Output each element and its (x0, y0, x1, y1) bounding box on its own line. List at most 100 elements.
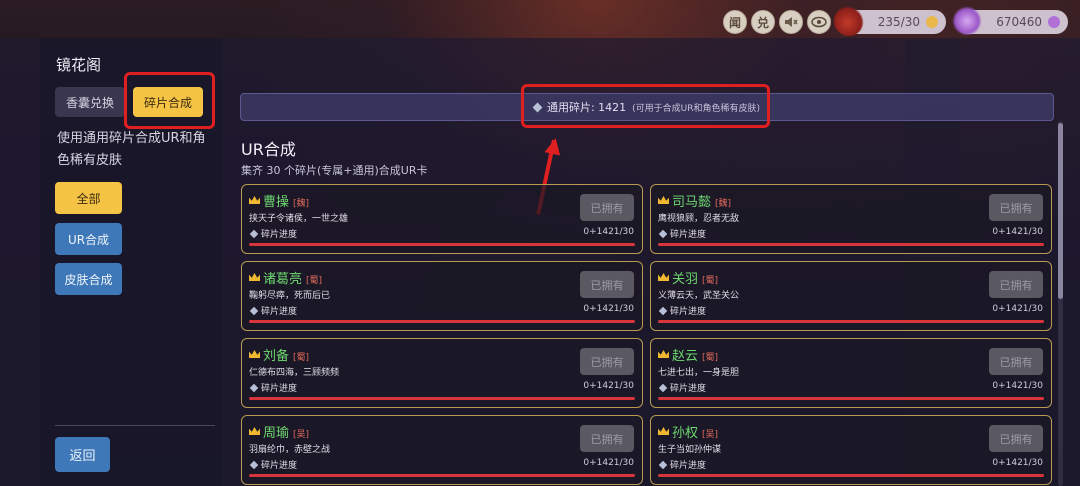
card-zhuge-liang[interactable]: 诸葛亮 [蜀] 鞠躬尽瘁，死而后已 碎片进度 0+1421/30 已拥有 (241, 261, 643, 331)
shard-diamond-icon (658, 460, 668, 470)
crown-icon (658, 196, 669, 204)
section-subtitle: 集齐 30 个碎片(专属+通用)合成UR卡 (241, 164, 428, 177)
shard-diamond-icon (658, 383, 668, 393)
gold-coin-icon (926, 16, 938, 28)
tab-shard-synthesis[interactable]: 碎片合成 (133, 87, 203, 117)
card-description: 生子当如孙仲谋 (658, 445, 722, 455)
shard-diamond-icon (249, 229, 259, 239)
progress-value: 0+1421/30 (583, 381, 634, 391)
purple-coin-icon (1048, 16, 1060, 28)
top-bar: 闻 兑 235/30 670460 (0, 0, 1080, 42)
filter-ur-synthesis[interactable]: UR合成 (55, 223, 122, 255)
progress-bar-fill (658, 243, 1044, 246)
mute-button[interactable] (779, 10, 803, 34)
crystal-value: 670460 (996, 15, 1042, 29)
progress-label: 碎片进度 (261, 307, 298, 317)
card-name: 周瑜 [吴] (263, 422, 309, 441)
progress-value: 0+1421/30 (583, 304, 634, 314)
card-description: 羽扇纶巾，赤壁之战 (249, 445, 331, 455)
card-cao-cao[interactable]: 曹操 [魏] 挟天子令诸侯，一世之雄 碎片进度 0+1421/30 已拥有 (241, 184, 643, 254)
progress-bar-fill (249, 474, 635, 477)
card-guan-yu[interactable]: 关羽 [蜀] 义薄云天，武圣关公 碎片进度 0+1421/30 已拥有 (650, 261, 1052, 331)
card-liu-bei[interactable]: 刘备 [蜀] 仁德布四海，三顾频频 碎片进度 0+1421/30 已拥有 (241, 338, 643, 408)
card-name: 司马懿 [魏] (672, 191, 731, 210)
progress-bar-fill (249, 397, 635, 400)
shard-count-label: 通用碎片: 1421 (546, 101, 627, 114)
owned-button[interactable]: 已拥有 (989, 194, 1043, 221)
faction-tag: [蜀] (293, 353, 310, 363)
card-zhao-yun[interactable]: 赵云 [蜀] 七进七出，一身是胆 碎片进度 0+1421/30 已拥有 (650, 338, 1052, 408)
shard-diamond-icon (249, 383, 259, 393)
back-button[interactable]: 返回 (55, 437, 110, 472)
scrollbar-thumb[interactable] (1058, 123, 1063, 299)
progress-value: 0+1421/30 (992, 227, 1043, 237)
progress-label: 碎片进度 (670, 384, 707, 394)
mute-icon (785, 17, 798, 27)
crown-icon (249, 427, 260, 435)
hero-name: 关羽 (672, 272, 699, 287)
progress-bar-fill (658, 474, 1044, 477)
annotation-arrow-head (544, 136, 564, 156)
faction-tag: [蜀] (702, 353, 719, 363)
tab-sachet-exchange[interactable]: 香囊兑换 (55, 87, 125, 117)
progress-label: 碎片进度 (261, 384, 298, 394)
crown-icon (658, 427, 669, 435)
progress-bar (658, 243, 1044, 246)
progress-bar (658, 397, 1044, 400)
card-description: 仁德布四海，三顾频频 (249, 368, 340, 378)
owned-button[interactable]: 已拥有 (989, 348, 1043, 375)
section-title: UR合成 (241, 140, 296, 159)
shard-count-banner: 通用碎片: 1421 (可用于合成UR和角色稀有皮肤) (240, 93, 1054, 121)
progress-bar (249, 243, 635, 246)
progress-bar (658, 320, 1044, 323)
card-description: 七进七出，一身是胆 (658, 368, 740, 378)
sidebar-divider (55, 425, 215, 426)
progress-value: 0+1421/30 (583, 227, 634, 237)
news-button[interactable]: 闻 (723, 10, 747, 34)
crown-icon (249, 350, 260, 358)
faction-tag: [魏] (293, 199, 310, 209)
shard-count-note: (可用于合成UR和角色稀有皮肤) (632, 103, 761, 114)
progress-bar-fill (658, 320, 1044, 323)
card-description: 鞠躬尽瘁，死而后已 (249, 291, 331, 301)
eye-button[interactable] (807, 10, 831, 34)
card-name: 曹操 [魏] (263, 191, 309, 210)
hero-name: 诸葛亮 (263, 272, 303, 287)
crown-icon (658, 350, 669, 358)
owned-button[interactable]: 已拥有 (580, 348, 634, 375)
owned-button[interactable]: 已拥有 (580, 194, 634, 221)
shard-diamond-icon (249, 306, 259, 316)
crown-icon (249, 273, 260, 281)
shard-diamond-icon (658, 306, 668, 316)
card-sun-quan[interactable]: 孙权 [吴] 生子当如孙仲谋 碎片进度 0+1421/30 已拥有 (650, 415, 1052, 485)
faction-tag: [吴] (702, 430, 719, 440)
card-name: 赵云 [蜀] (672, 345, 718, 364)
progress-value: 0+1421/30 (583, 458, 634, 468)
news-icon: 闻 (728, 15, 741, 30)
card-name: 诸葛亮 [蜀] (263, 268, 322, 287)
filter-all[interactable]: 全部 (55, 182, 122, 214)
card-zhou-yu[interactable]: 周瑜 [吴] 羽扇纶巾，赤壁之战 碎片进度 0+1421/30 已拥有 (241, 415, 643, 485)
card-description: 义薄云天，武圣关公 (658, 291, 740, 301)
owned-button[interactable]: 已拥有 (989, 425, 1043, 452)
faction-tag: [魏] (715, 199, 732, 209)
exchange-icon: 兑 (756, 15, 769, 30)
card-description: 鹰视狼顾，忍者无敌 (658, 214, 740, 224)
progress-bar-fill (658, 397, 1044, 400)
card-sima-yi[interactable]: 司马懿 [魏] 鹰视狼顾，忍者无敌 碎片进度 0+1421/30 已拥有 (650, 184, 1052, 254)
owned-button[interactable]: 已拥有 (580, 425, 634, 452)
crystal-resource[interactable]: 670460 (952, 6, 1068, 36)
crystal-currency-icon (952, 6, 982, 36)
exchange-button[interactable]: 兑 (751, 10, 775, 34)
stamina-bag-icon (834, 6, 864, 36)
progress-bar (658, 474, 1044, 477)
shard-diamond-icon (249, 460, 259, 470)
progress-bar-fill (249, 320, 635, 323)
owned-button[interactable]: 已拥有 (989, 271, 1043, 298)
stamina-resource[interactable]: 235/30 (834, 6, 946, 36)
card-description: 挟天子令诸侯，一世之雄 (249, 214, 349, 224)
owned-button[interactable]: 已拥有 (580, 271, 634, 298)
filter-skin-synthesis[interactable]: 皮肤合成 (55, 263, 122, 295)
sidebar-description: 使用通用碎片合成UR和角色稀有皮肤 (57, 131, 206, 168)
crown-icon (249, 196, 260, 204)
